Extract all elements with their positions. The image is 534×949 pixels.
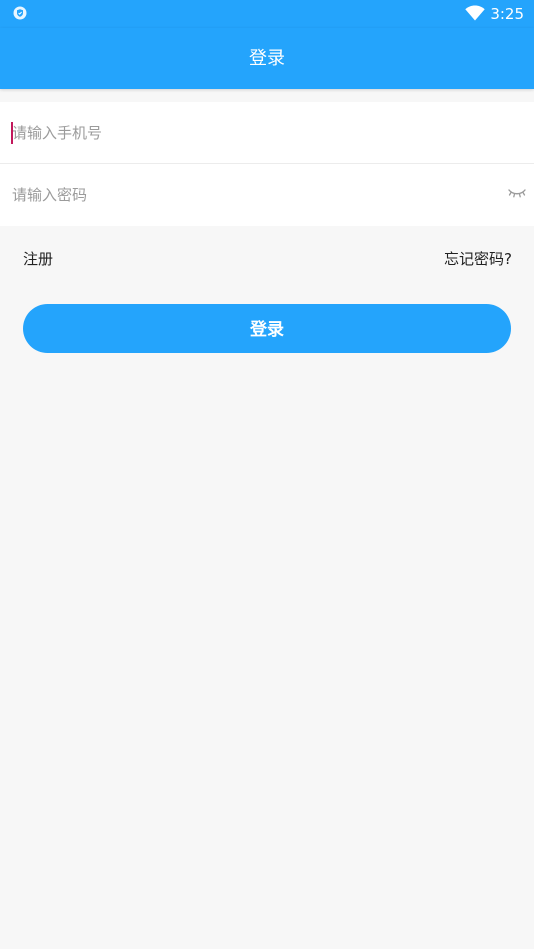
- password-input[interactable]: [12, 164, 492, 225]
- shield-icon: [13, 6, 27, 20]
- page-title: 登录: [249, 48, 285, 69]
- login-form: [0, 102, 534, 226]
- status-bar: 3:25: [0, 0, 534, 28]
- auth-links-row: 注册 忘记密码?: [0, 247, 534, 271]
- register-link[interactable]: 注册: [23, 247, 53, 271]
- phone-input[interactable]: [12, 102, 492, 163]
- login-button[interactable]: 登录: [23, 304, 511, 353]
- forgot-password-link[interactable]: 忘记密码?: [444, 247, 512, 271]
- phone-field-row: [0, 102, 534, 164]
- status-time: 3:25: [490, 5, 524, 23]
- text-cursor: [11, 122, 13, 144]
- app-bar: 登录: [0, 28, 534, 89]
- password-field-row: [0, 164, 534, 226]
- wifi-icon: [465, 5, 485, 21]
- eye-closed-icon[interactable]: [508, 186, 526, 200]
